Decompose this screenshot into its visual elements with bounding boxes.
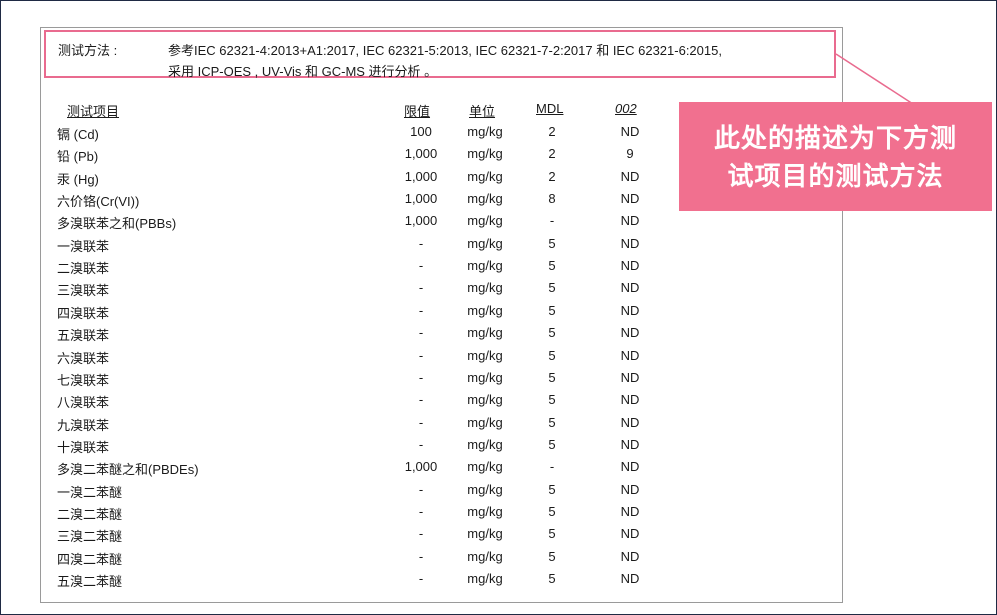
- callout-line-1: 此处的描述为下方测: [713, 122, 957, 153]
- callout-line-2: 试项目的测试方法: [727, 160, 944, 191]
- callout-leader-line: [835, 53, 914, 105]
- annotation-callout: 此处的描述为下方测 试项目的测试方法: [679, 102, 992, 211]
